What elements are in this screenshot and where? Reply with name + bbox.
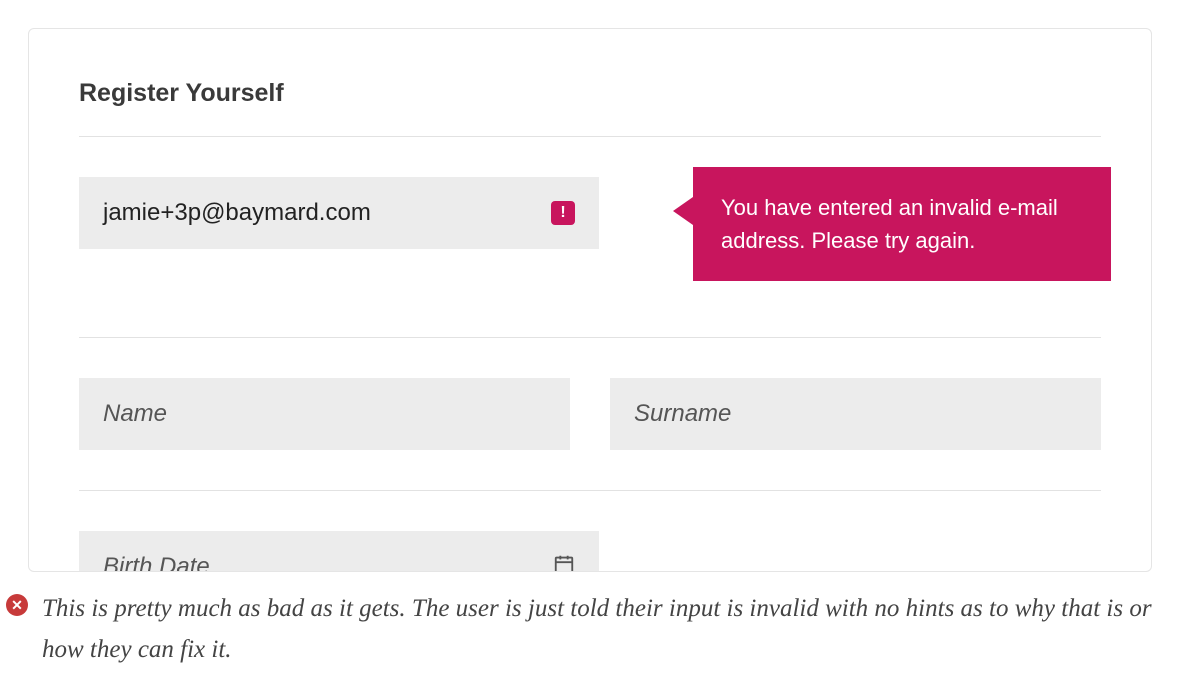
calendar-icon bbox=[553, 553, 575, 572]
name-field[interactable]: Name bbox=[79, 378, 570, 450]
name-placeholder: Name bbox=[103, 400, 167, 428]
error-tooltip-text: You have entered an invalid e-mail addre… bbox=[721, 195, 1058, 253]
birth-placeholder: Birth Date bbox=[103, 553, 210, 572]
email-row: jamie+3p@baymard.com ! You have entered … bbox=[79, 137, 1101, 337]
email-field[interactable]: jamie+3p@baymard.com ! bbox=[79, 177, 599, 249]
caption: ✕ This is pretty much as bad as it gets.… bbox=[0, 572, 1180, 671]
caption-text: This is pretty much as bad as it gets. T… bbox=[42, 588, 1152, 671]
surname-placeholder: Surname bbox=[634, 400, 731, 428]
error-badge-icon: ! bbox=[551, 201, 575, 225]
form-card: Register Yourself jamie+3p@baymard.com !… bbox=[28, 28, 1152, 572]
surname-field[interactable]: Surname bbox=[610, 378, 1101, 450]
birth-row: Birth Date bbox=[79, 491, 1101, 572]
name-row: Name Surname bbox=[79, 338, 1101, 490]
form-title: Register Yourself bbox=[79, 79, 1101, 108]
email-value: jamie+3p@baymard.com bbox=[103, 199, 371, 227]
error-tooltip: You have entered an invalid e-mail addre… bbox=[693, 167, 1111, 281]
caption-error-icon: ✕ bbox=[6, 594, 28, 616]
birth-field[interactable]: Birth Date bbox=[79, 531, 599, 572]
